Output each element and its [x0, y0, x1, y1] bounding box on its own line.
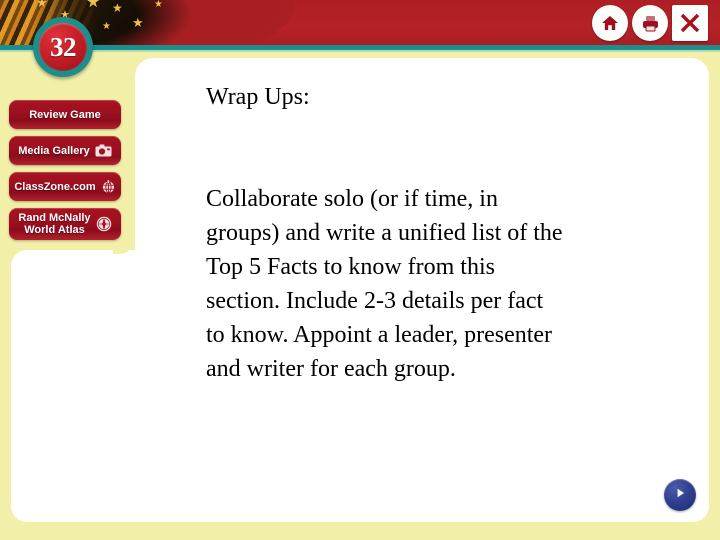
sidebar-item-classzone[interactable]: ClassZone.com [9, 172, 121, 201]
presentation-slide: ★ ★ ★ ★ ★ ★ ★ 32 Review Game Media Galle… [0, 0, 720, 540]
home-button[interactable] [592, 5, 628, 41]
home-icon [600, 13, 620, 33]
sidebar-item-label: Review Game [29, 108, 101, 121]
header-divider-highlight [0, 50, 720, 52]
sidebar-item-rand-mcnally-world-atlas[interactable]: Rand McNally World Atlas [9, 208, 121, 240]
chapter-badge: 32 [33, 17, 93, 77]
print-button[interactable] [632, 5, 668, 41]
chapter-badge-inner: 32 [39, 23, 87, 71]
sidebar-item-label: ClassZone.com [14, 180, 96, 193]
sidebar-nav: Review Game Media Gallery ClassZone.com [9, 100, 121, 247]
sidebar-item-media-gallery[interactable]: Media Gallery [9, 136, 121, 165]
sidebar-item-review-game[interactable]: Review Game [9, 100, 121, 129]
sidebar-item-label: Media Gallery [18, 144, 90, 157]
chapter-number: 32 [50, 31, 77, 62]
flag-star: ★ [132, 15, 144, 30]
play-icon [673, 486, 687, 505]
flag-star: ★ [36, 0, 48, 10]
print-icon [640, 13, 661, 34]
flag-star: ★ [154, 0, 163, 10]
flag-star: ★ [86, 0, 101, 11]
flag-star: ★ [112, 1, 123, 15]
window-controls [592, 5, 708, 41]
slide-heading: Wrap Ups: [206, 84, 310, 110]
compass-rose-icon [96, 216, 112, 232]
pointing-hand-globe-icon [101, 179, 116, 194]
close-button[interactable] [672, 5, 708, 41]
close-icon [678, 11, 702, 35]
sidebar-item-label: Rand McNally World Atlas [18, 212, 91, 236]
camera-icon [95, 144, 112, 157]
flag-star: ★ [102, 21, 111, 32]
slide-body-text: Collaborate solo (or if time, in groups)… [206, 186, 563, 382]
next-slide-button[interactable] [664, 479, 696, 511]
